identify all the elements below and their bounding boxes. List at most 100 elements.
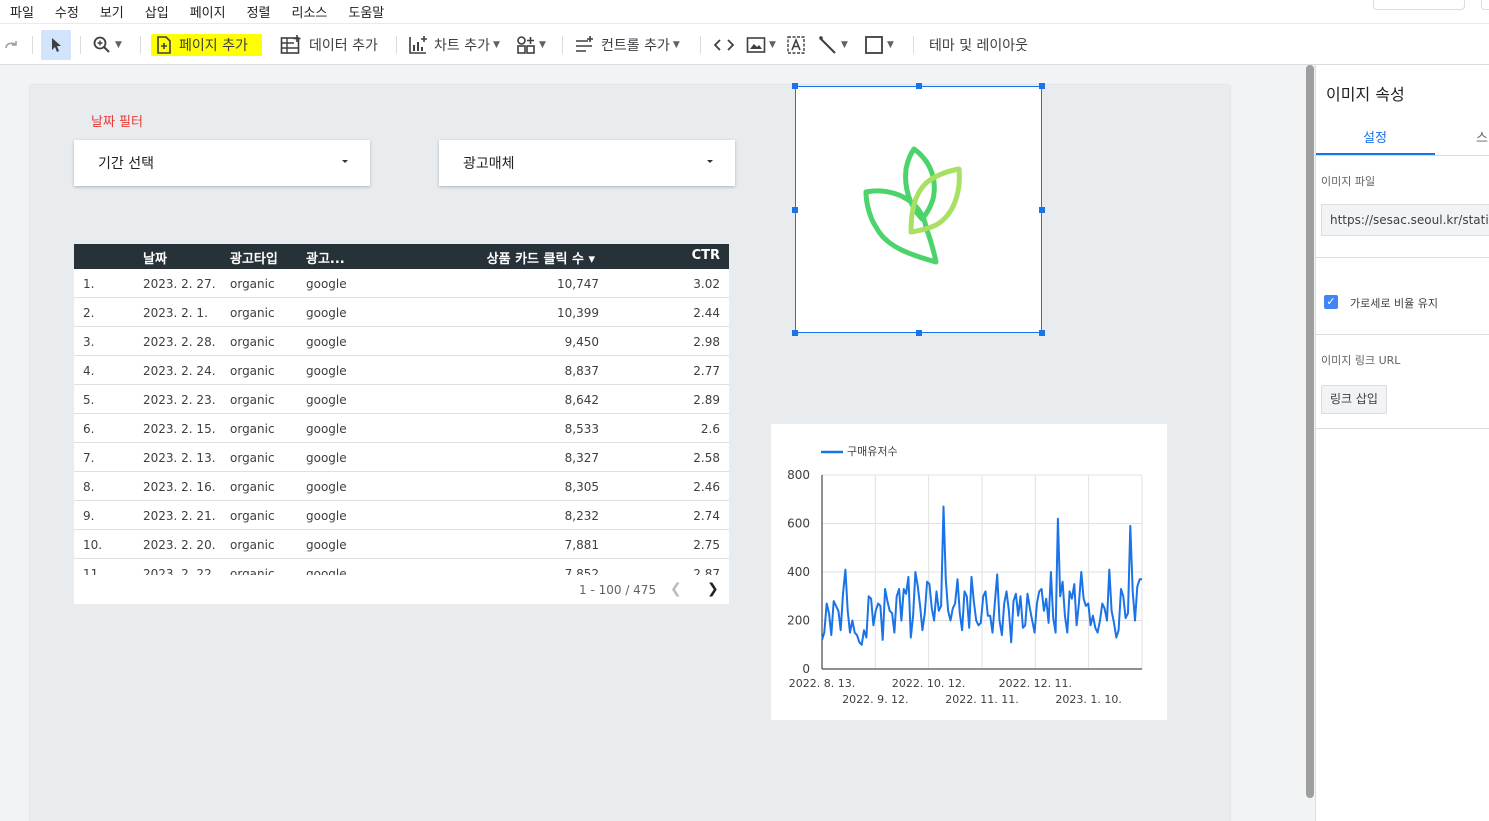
image-button[interactable]: ▼ [746, 24, 776, 65]
zoom-button[interactable]: ▼ [92, 24, 122, 65]
cell-card-clicks: 8,837 [564, 364, 599, 378]
table-row[interactable]: 11. 2023. 2. 22. organic google 7,852 2.87 [74, 559, 729, 575]
resize-handle[interactable] [916, 330, 922, 336]
insert-link-button[interactable]: 링크 삽입 [1321, 385, 1387, 414]
image-url-input[interactable]: https://sesac.seoul.kr/static/c [1321, 204, 1489, 236]
workspace-scrollbar[interactable] [1305, 65, 1315, 821]
row-index: 6. [83, 422, 95, 436]
header-ad-source[interactable]: 광고... [306, 248, 345, 267]
cell-card-clicks: 8,327 [564, 451, 599, 465]
cell-ad-type: organic [230, 451, 275, 465]
theme-layout-button[interactable]: 테마 및 레이아웃 [929, 24, 1028, 65]
cell-ctr: 2.89 [693, 393, 720, 407]
toolbar-separator [396, 36, 397, 54]
menu-item[interactable]: 삽입 [145, 2, 169, 21]
image-properties-panel: 이미지 속성 설정 스 이미지 파일 https://sesac.seoul.k… [1315, 65, 1489, 821]
cell-card-clicks: 7,881 [564, 538, 599, 552]
chevron-down-icon: ▼ [115, 39, 122, 50]
theme-layout-label: 테마 및 레이아웃 [929, 37, 1029, 54]
header-date[interactable]: 날짜 [143, 248, 167, 267]
tab-style[interactable]: 스 [1476, 127, 1488, 146]
chevron-right-icon[interactable]: ❯ [707, 581, 719, 597]
select-tool-button[interactable] [41, 30, 71, 60]
line-button[interactable]: ▼ [818, 24, 848, 65]
cell-ad-type: organic [230, 538, 275, 552]
cell-date: 2023. 2. 13. [143, 451, 216, 465]
resize-handle[interactable] [1039, 207, 1045, 213]
resize-handle[interactable] [916, 83, 922, 89]
legend-label: 구매유저수 [847, 445, 898, 458]
selected-image-component[interactable] [792, 83, 1045, 336]
header-card-clicks[interactable]: 상품 카드 클릭 수 ▾ [487, 248, 595, 267]
table-row[interactable]: 9. 2023. 2. 21. organic google 8,232 2.74 [74, 501, 729, 530]
table-row[interactable]: 2. 2023. 2. 1. organic google 10,399 2.44 [74, 298, 729, 327]
add-data-label: 데이터 추가 [309, 37, 378, 54]
cell-date: 2023. 2. 15. [143, 422, 216, 436]
menu-item[interactable]: 리소스 [292, 2, 328, 21]
add-data-button[interactable]: 데이터 추가 [280, 24, 378, 65]
toolbar-separator [913, 36, 914, 54]
table-row[interactable]: 1. 2023. 2. 27. organic google 10,747 3.02 [74, 269, 729, 298]
table-pagination: 1 - 100 / 475 ❮ ❯ [74, 575, 729, 604]
period-select-dropdown[interactable]: 기간 선택 [74, 140, 370, 186]
add-control-button[interactable]: 컨트롤 추가 ▼ [574, 24, 680, 65]
rectangle-icon [865, 35, 883, 54]
cell-date: 2023. 2. 1. [143, 306, 208, 320]
media-select-dropdown[interactable]: 광고매체 [439, 140, 735, 186]
scrollbar-thumb[interactable] [1306, 65, 1314, 798]
redo-button[interactable] [2, 24, 20, 65]
time-series-chart[interactable]: 0 200 400 600 800 2022. 8. 13. 2022. 9. 12. 202… [771, 424, 1167, 720]
cell-ad-type: organic [230, 306, 275, 320]
table-row[interactable]: 6. 2023. 2. 15. organic google 8,533 2.6 [74, 414, 729, 443]
data-table[interactable]: 날짜 광고타입 광고... 상품 카드 클릭 수 ▾ CTR 1. 2023. 2… [74, 244, 729, 604]
menu-item[interactable]: 파일 [10, 2, 34, 21]
add-component-button[interactable]: ▼ [516, 24, 546, 65]
chevron-left-icon[interactable]: ❮ [670, 581, 682, 597]
cell-ctr: 2.98 [693, 335, 720, 349]
resize-handle[interactable] [792, 83, 798, 89]
resize-handle[interactable] [1039, 330, 1045, 336]
table-row[interactable]: 5. 2023. 2. 23. organic google 8,642 2.89 [74, 385, 729, 414]
resize-handle[interactable] [792, 207, 798, 213]
date-filter-title: 날짜 필터 [91, 115, 143, 130]
table-row[interactable]: 3. 2023. 2. 28. organic google 9,450 2.98 [74, 327, 729, 356]
cell-card-clicks: 10,399 [557, 306, 599, 320]
cell-ad-source: google [306, 509, 347, 523]
resize-handle[interactable] [1039, 83, 1045, 89]
resize-handle[interactable] [792, 330, 798, 336]
table-row[interactable]: 10. 2023. 2. 20. organic google 7,881 2.75 [74, 530, 729, 559]
header-ad-type[interactable]: 광고타입 [230, 248, 278, 267]
top-right-box[interactable] [1373, 0, 1465, 10]
add-page-button[interactable]: 페이지 추가 [151, 34, 262, 56]
menu-item[interactable]: 수정 [55, 2, 79, 21]
add-chart-button[interactable]: 차트 추가 ▼ [408, 24, 500, 65]
table-row[interactable]: 8. 2023. 2. 16. organic google 8,305 2.46 [74, 472, 729, 501]
cell-ad-source: google [306, 451, 347, 465]
row-index: 1. [83, 277, 95, 291]
menu-item[interactable]: 페이지 [190, 2, 226, 21]
row-index: 9. [83, 509, 95, 523]
cursor-icon [52, 38, 61, 52]
tab-setup[interactable]: 설정 [1363, 127, 1387, 146]
table-row[interactable]: 7. 2023. 2. 13. organic google 8,327 2.58 [74, 443, 729, 472]
table-row[interactable]: 4. 2023. 2. 24. organic google 8,837 2.77 [74, 356, 729, 385]
cell-date: 2023. 2. 24. [143, 364, 216, 378]
add-control-icon [576, 35, 593, 52]
menu-item[interactable]: 도움말 [348, 2, 384, 21]
cell-ctr: 2.58 [693, 451, 720, 465]
row-index: 2. [83, 306, 95, 320]
cell-ad-type: organic [230, 393, 275, 407]
menu-item[interactable]: 보기 [100, 2, 124, 21]
keep-ratio-checkbox[interactable]: ✓ [1324, 295, 1338, 309]
add-page-label: 페이지 추가 [179, 38, 248, 54]
cell-ctr: 2.75 [693, 538, 720, 552]
menu-item[interactable]: 정렬 [247, 2, 271, 21]
shape-button[interactable]: ▼ [864, 24, 894, 65]
text-button[interactable] [786, 24, 806, 65]
cell-date: 2023. 2. 27. [143, 277, 216, 291]
header-ctr[interactable]: CTR [692, 248, 720, 263]
embed-code-button[interactable] [713, 24, 735, 65]
cell-ad-source: google [306, 364, 347, 378]
top-right-edge[interactable] [1481, 0, 1489, 10]
cell-date: 2023. 2. 21. [143, 509, 216, 523]
